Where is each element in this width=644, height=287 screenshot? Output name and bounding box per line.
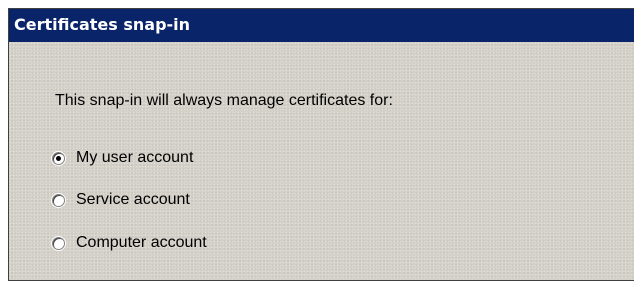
option-my-user-account[interactable]: My user account bbox=[52, 147, 193, 169]
radio-button-computer-account[interactable] bbox=[52, 236, 65, 250]
option-label-computer-account: Computer account bbox=[76, 234, 207, 251]
radio-button-service-account[interactable] bbox=[52, 193, 65, 207]
dialog-title-bar: Certificates snap-in bbox=[9, 9, 634, 42]
option-service-account[interactable]: Service account bbox=[52, 189, 190, 211]
manage-certificates-prompt: This snap-in will always manage certific… bbox=[55, 92, 393, 109]
option-computer-account[interactable]: Computer account bbox=[52, 232, 207, 254]
option-label-service-account: Service account bbox=[76, 191, 190, 208]
radio-button-my-user-account[interactable] bbox=[52, 151, 65, 165]
dialog-title: Certificates snap-in bbox=[14, 15, 191, 34]
option-label-my-user-account: My user account bbox=[76, 149, 194, 166]
certificates-snap-in-dialog: Certificates snap-in This snap-in will a… bbox=[8, 8, 634, 281]
